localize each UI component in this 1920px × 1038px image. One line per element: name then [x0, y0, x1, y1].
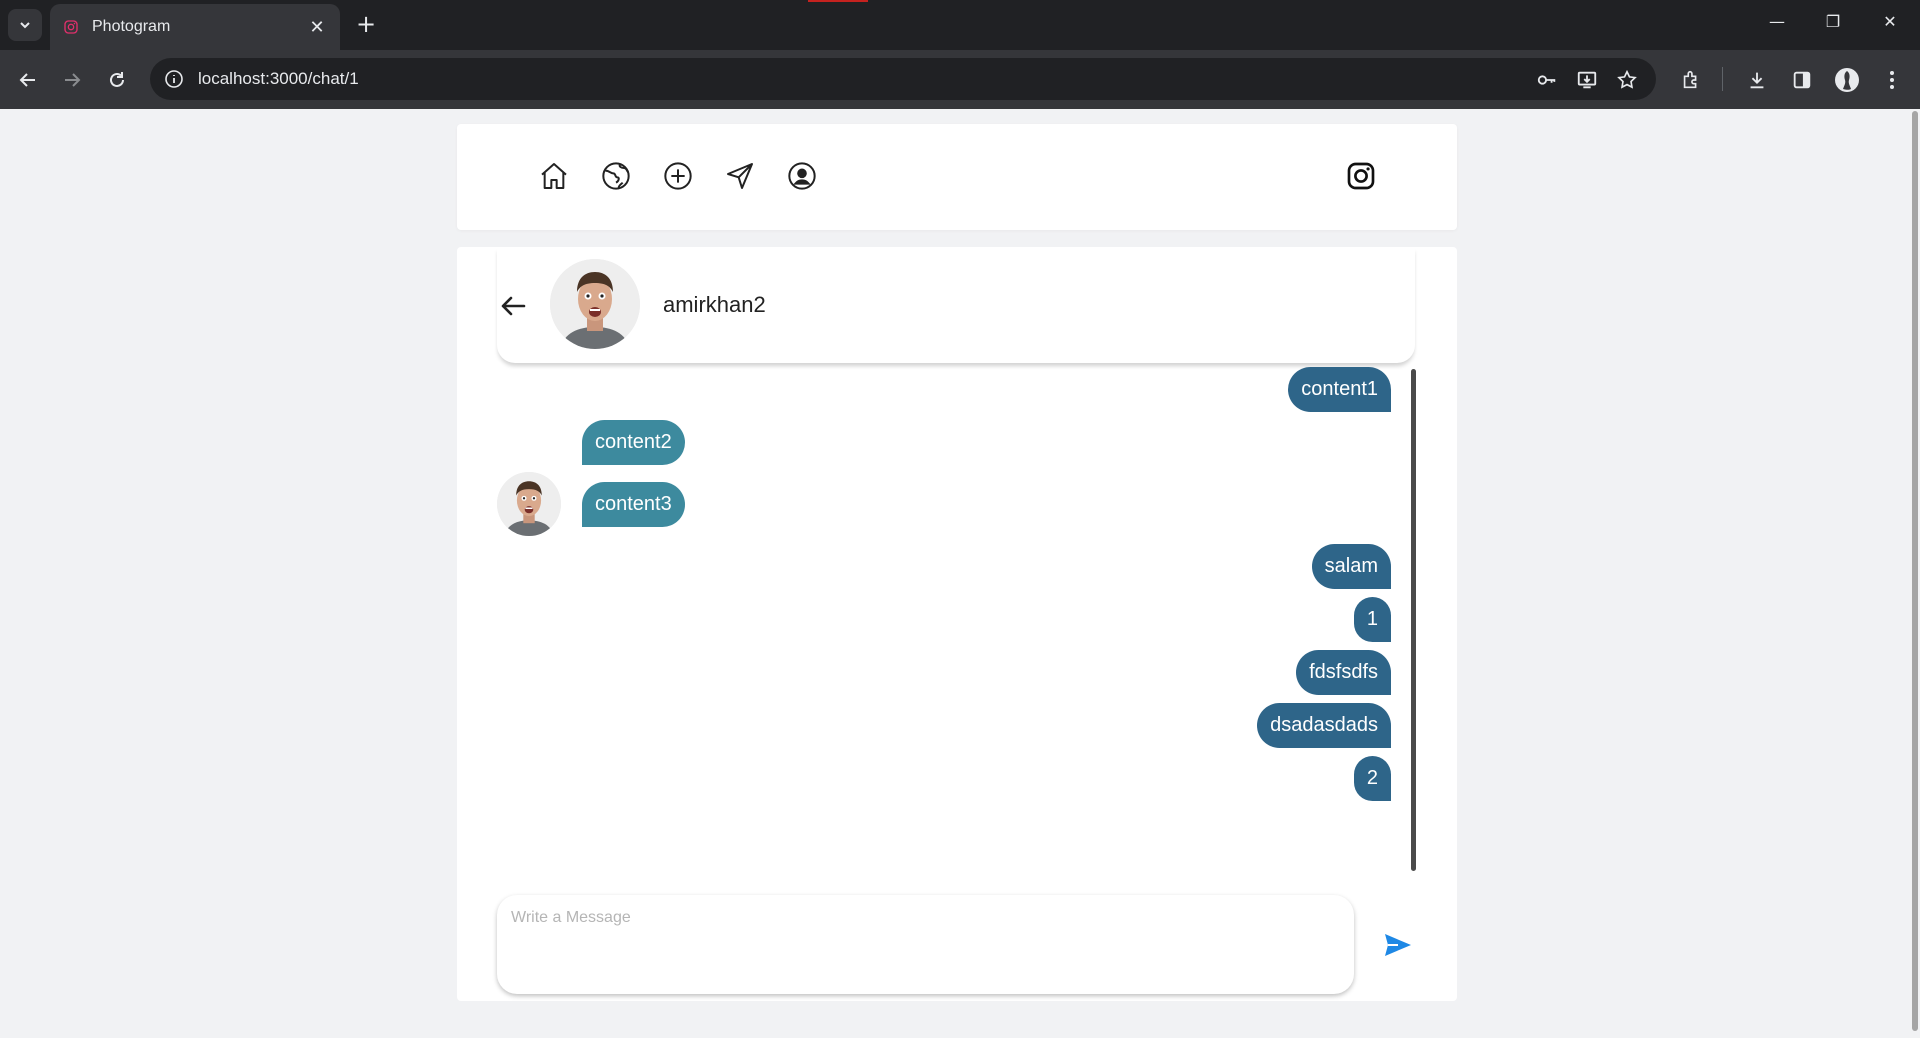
password-key-icon[interactable]: [1534, 67, 1560, 93]
top-nav-bar: [457, 124, 1457, 230]
page-viewport: amirkhan2 content1 content2 content3 salam 1…: [0, 109, 1920, 1038]
bookmark-star-icon[interactable]: [1614, 67, 1640, 93]
received-message-bubble: content2: [582, 420, 685, 465]
arrow-left-icon: [501, 296, 526, 316]
sent-message-bubble: 1: [1353, 597, 1391, 642]
add-circle-icon[interactable]: [661, 159, 695, 193]
side-panel-icon[interactable]: [1788, 66, 1816, 94]
minimize-button[interactable]: —: [1762, 12, 1792, 31]
sent-message-bubble: 2: [1353, 756, 1391, 801]
face-avatar-image: [550, 259, 640, 349]
sent-message-bubble: content1: [1288, 367, 1391, 412]
reload-button[interactable]: [103, 66, 131, 94]
send-button[interactable]: [1382, 930, 1414, 960]
message-input[interactable]: [497, 895, 1354, 994]
back-button[interactable]: [497, 290, 529, 322]
sent-message-bubble: fdsfsdfs: [1296, 650, 1391, 695]
page-scrollbar-thumb[interactable]: [1912, 111, 1918, 1031]
tab-title: Photogram: [92, 18, 171, 35]
tab-close-icon[interactable]: ✕: [306, 17, 328, 38]
url-text[interactable]: localhost:3000/chat/1: [198, 69, 359, 89]
message-composer: [497, 895, 1354, 994]
chat-header: amirkhan2: [497, 247, 1415, 363]
browser-toolbar: localhost:3000/chat/1: [0, 50, 1920, 109]
globe-icon[interactable]: [599, 159, 633, 193]
install-app-icon[interactable]: [1574, 67, 1600, 93]
tab-search-button[interactable]: [8, 9, 42, 41]
browser-menu-icon[interactable]: [1878, 66, 1906, 94]
toolbar-divider: [1722, 67, 1723, 91]
sent-message-bubble: dsadasdads: [1257, 703, 1391, 748]
profile-icon[interactable]: [785, 159, 819, 193]
restore-button[interactable]: ❐: [1818, 12, 1848, 31]
message-list[interactable]: content1 content2 content3 salam 1 fdsfsdfs ds…: [497, 367, 1415, 895]
instagram-icon[interactable]: [1344, 159, 1378, 193]
window-close-button[interactable]: ✕: [1875, 12, 1905, 31]
chat-username: amirkhan2: [663, 292, 766, 317]
send-icon: [1385, 934, 1411, 956]
chevron-down-icon: [20, 22, 30, 29]
extensions-puzzle-icon[interactable]: [1677, 66, 1705, 94]
received-message-bubble: content3: [582, 482, 685, 527]
message-scrollbar[interactable]: [1411, 369, 1416, 871]
arrow-left-icon: [19, 73, 35, 87]
message-avatar[interactable]: [497, 472, 561, 536]
home-icon[interactable]: [537, 159, 571, 193]
sent-message-bubble: salam: [1311, 544, 1391, 589]
send-nav-icon[interactable]: [723, 159, 757, 193]
new-tab-button[interactable]: +: [352, 11, 380, 39]
browser-tab-strip: Photogram ✕ + — ❐ ✕: [0, 0, 1920, 50]
chat-panel: amirkhan2 content1 content2 content3 salam 1…: [457, 247, 1457, 1001]
site-info-icon[interactable]: [164, 69, 184, 89]
tab-activity-indicator: [808, 0, 868, 2]
profile-avatar-icon[interactable]: [1833, 66, 1861, 94]
reload-icon: [110, 72, 124, 87]
instagram-favicon-icon: [62, 18, 80, 36]
downloads-icon[interactable]: [1743, 66, 1771, 94]
forward-nav-button[interactable]: [58, 66, 86, 94]
address-bar[interactable]: localhost:3000/chat/1: [150, 58, 1656, 100]
arrow-right-icon: [65, 73, 81, 87]
back-nav-button[interactable]: [14, 66, 42, 94]
page-scrollbar[interactable]: [1910, 109, 1920, 1038]
chat-partner-avatar[interactable]: [550, 259, 640, 349]
browser-tab[interactable]: Photogram ✕: [50, 4, 340, 50]
